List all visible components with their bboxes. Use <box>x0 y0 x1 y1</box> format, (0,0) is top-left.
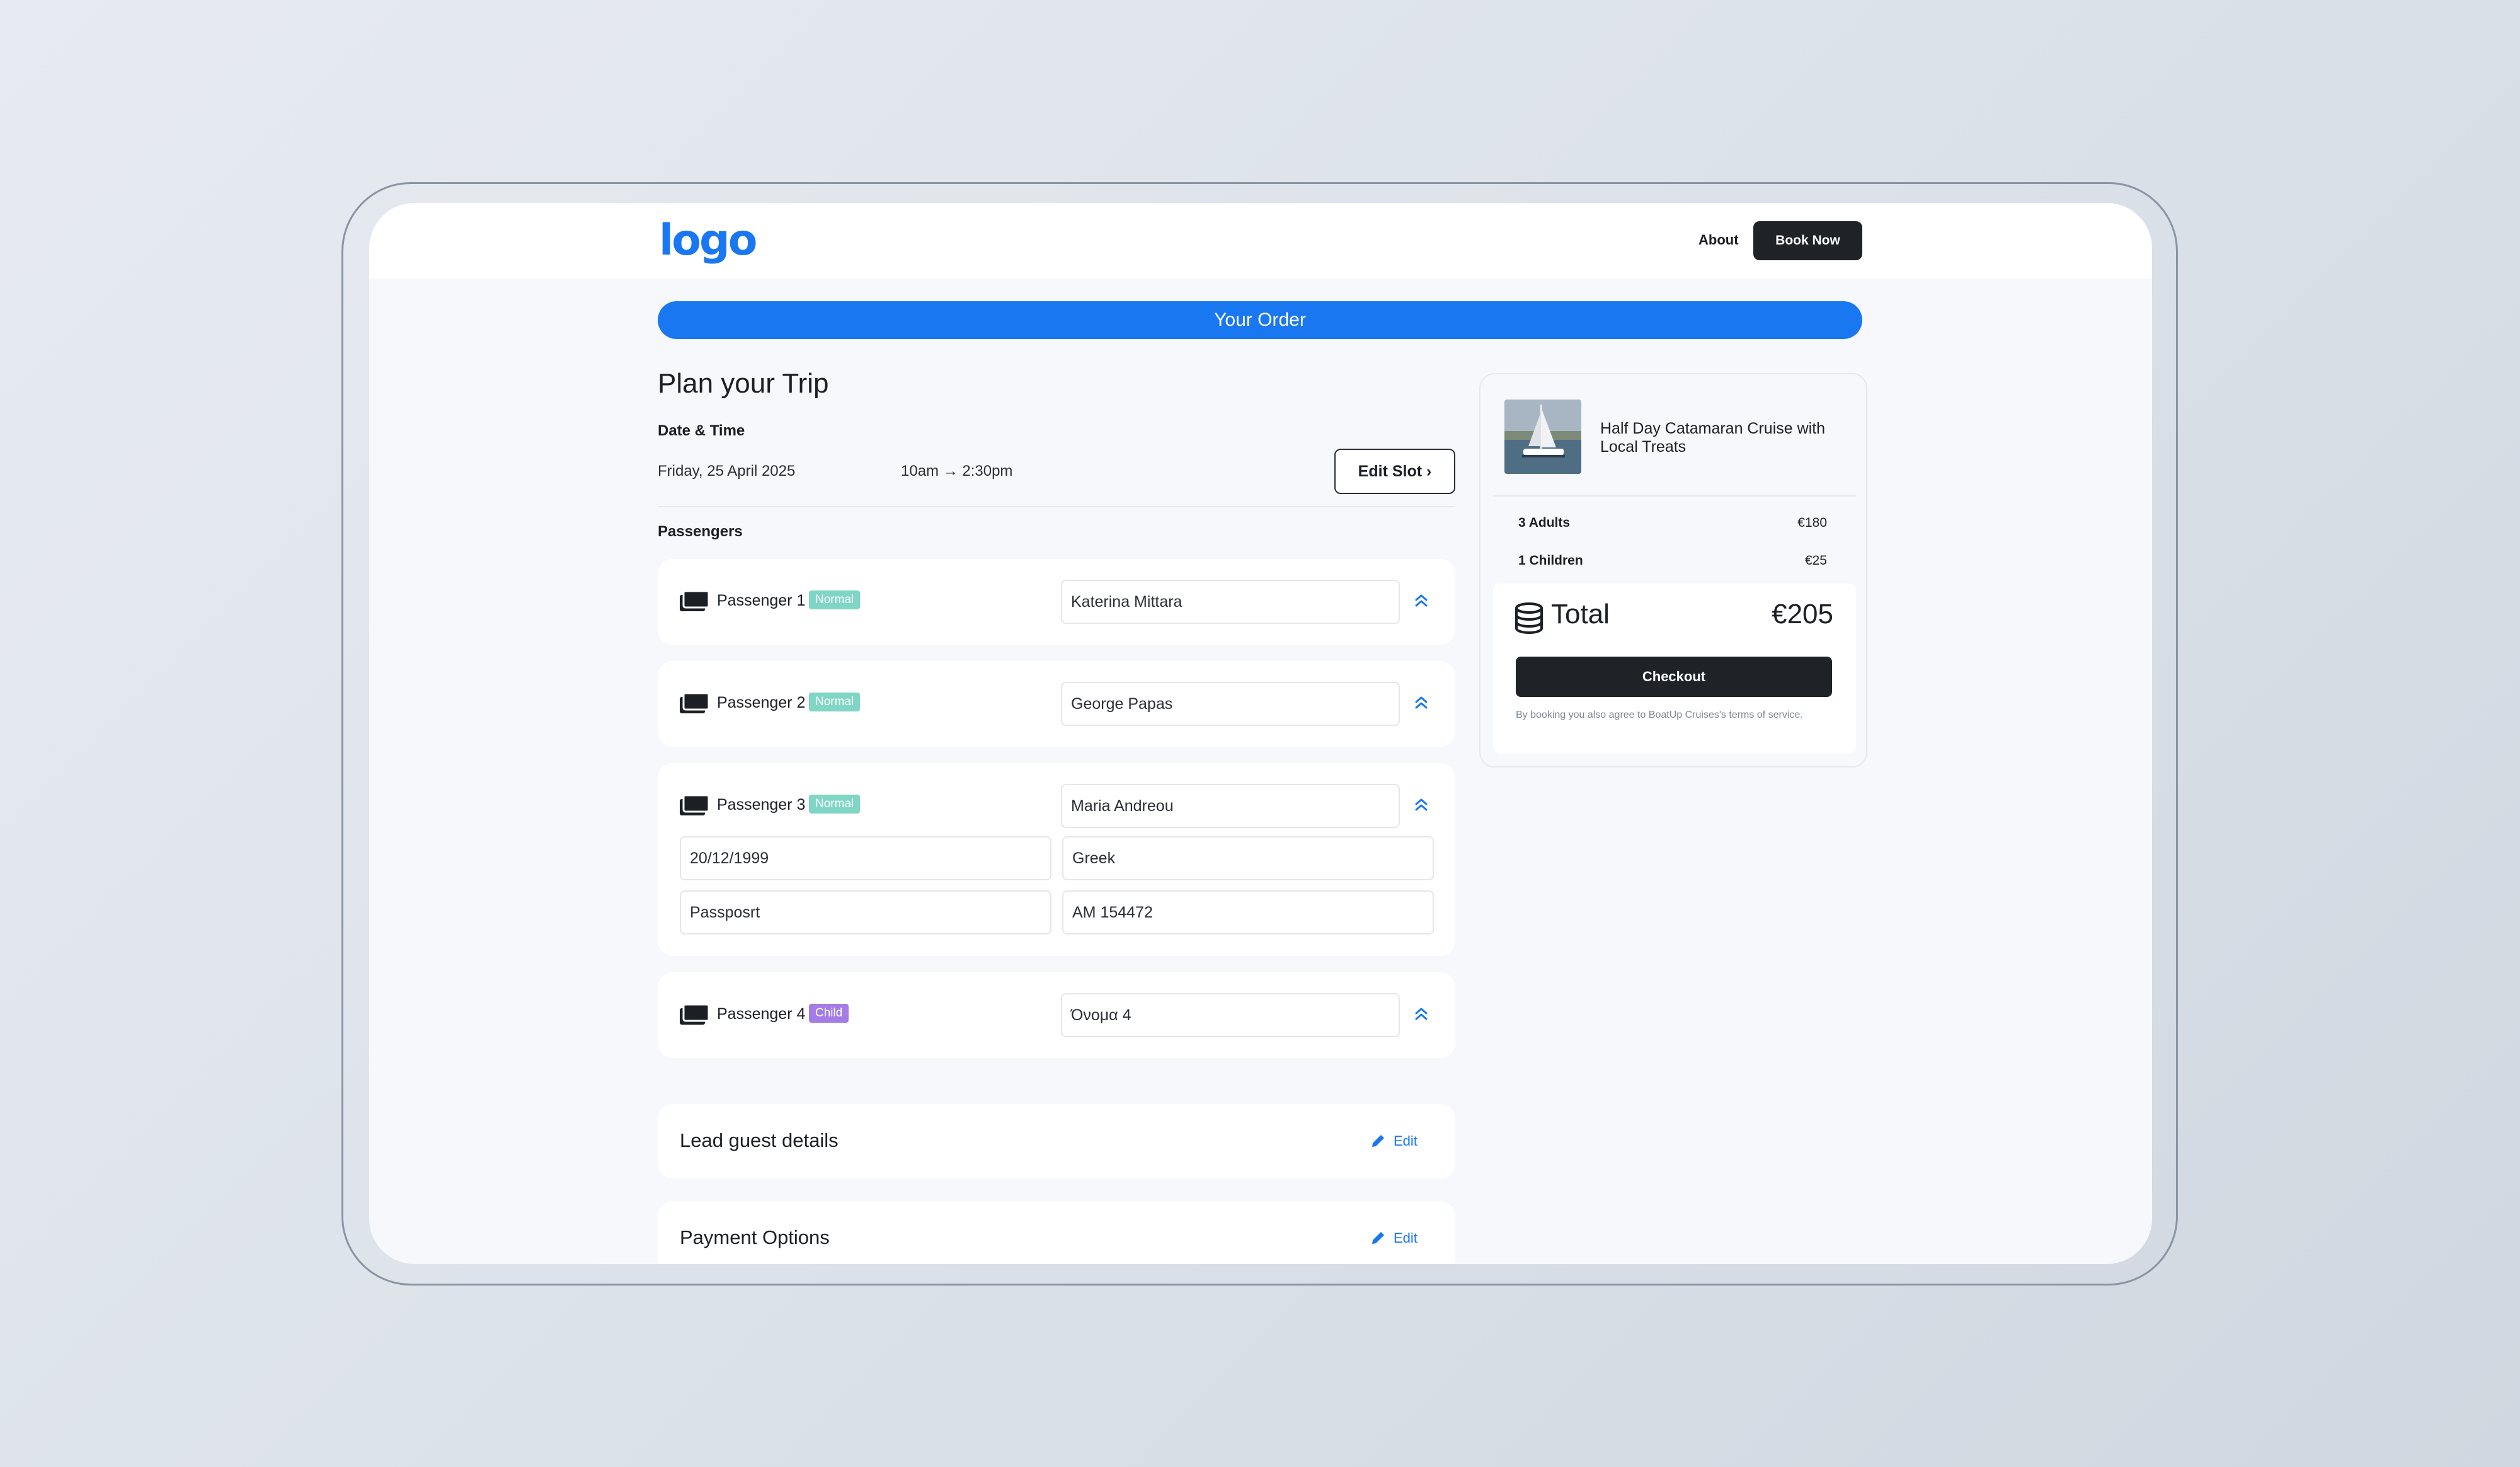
top-navigation-bar: logo About Book Now <box>369 203 2152 279</box>
passenger-name-input[interactable]: Katerina Mittara <box>1061 580 1400 624</box>
chevron-double-up-icon[interactable] <box>1412 592 1430 609</box>
terms-notice: By booking you also agree to BoatUp Crui… <box>1516 710 1803 720</box>
passenger-name-input[interactable]: George Papas <box>1061 682 1400 726</box>
passenger-label: Passenger 1 <box>717 592 806 609</box>
nav-link-about[interactable]: About <box>1698 232 1739 248</box>
passenger-label: Passenger 4 <box>717 1005 806 1023</box>
line-item-price: €25 <box>1804 553 1827 568</box>
passenger-type-badge: Child <box>809 1004 849 1023</box>
device-frame: logo About Book Now Your Order Plan your… <box>341 182 2178 1286</box>
pencil-icon[interactable] <box>1370 1229 1387 1246</box>
line-item-label: 1 Children <box>1518 553 1583 568</box>
passenger-name-input[interactable]: Όνομα 4 <box>1061 993 1400 1037</box>
trip-thumbnail-image <box>1504 400 1581 474</box>
lead-guest-edit-link[interactable]: Edit <box>1394 1133 1418 1149</box>
line-item-price: €180 <box>1797 515 1827 530</box>
trip-date: Friday, 25 April 2025 <box>658 463 796 480</box>
book-now-button[interactable]: Book Now <box>1753 221 1862 260</box>
ticket-icon <box>680 591 709 611</box>
logo[interactable]: logo <box>659 216 757 265</box>
passenger-type-badge: Normal <box>809 693 861 711</box>
passenger-type-badge: Normal <box>809 795 861 814</box>
chevron-double-up-icon[interactable] <box>1412 796 1430 814</box>
page-title: Plan your Trip <box>658 368 829 399</box>
pencil-icon[interactable] <box>1370 1132 1387 1149</box>
summary-divider <box>1493 495 1856 497</box>
payment-edit-link[interactable]: Edit <box>1394 1230 1418 1246</box>
your-order-banner: Your Order <box>658 301 1862 339</box>
passengers-label: Passengers <box>658 523 743 540</box>
total-amount: €205 <box>1772 599 1833 630</box>
ticket-icon <box>680 693 709 713</box>
passenger-name-input[interactable]: Maria Andreou <box>1061 784 1400 828</box>
passenger-label: Passenger 2 <box>717 694 806 711</box>
nationality-input[interactable]: Greek <box>1062 836 1434 880</box>
ticket-icon <box>680 795 709 815</box>
passenger-label: Passenger 3 <box>717 796 806 814</box>
ticket-icon <box>680 1004 709 1025</box>
edit-slot-button[interactable]: Edit Slot › <box>1334 449 1455 494</box>
chevron-double-up-icon[interactable] <box>1412 694 1430 711</box>
date-time-label: Date & Time <box>658 422 745 439</box>
passenger-card: Passenger 1 Normal Katerina Mittara <box>658 559 1455 645</box>
chevron-double-up-icon[interactable] <box>1412 1005 1430 1023</box>
date-of-birth-input[interactable]: 20/12/1999 <box>680 836 1051 880</box>
total-label: Total <box>1551 599 1610 630</box>
coins-icon <box>1515 602 1543 635</box>
app-screen: logo About Book Now Your Order Plan your… <box>369 203 2152 1264</box>
order-summary-panel: Half Day Catamaran Cruise with Local Tre… <box>1479 373 1867 768</box>
passenger-card: Passenger 2 Normal George Papas <box>658 661 1455 747</box>
document-type-input[interactable]: Passposrt <box>680 890 1051 935</box>
line-item-label: 3 Adults <box>1518 515 1571 530</box>
document-number-input[interactable]: AM 154472 <box>1062 890 1434 935</box>
passenger-card: Passenger 4 Child Όνομα 4 <box>658 972 1455 1058</box>
trip-name: Half Day Catamaran Cruise with Local Tre… <box>1600 420 1826 456</box>
passenger-card-expanded: Passenger 3 Normal Maria Andreou 20/12/1… <box>658 763 1455 956</box>
trip-time: 10am → 2:30pm <box>901 463 1013 480</box>
section-divider <box>658 506 1455 507</box>
passenger-type-badge: Normal <box>809 590 861 609</box>
lead-guest-section: Lead guest details Edit <box>658 1104 1455 1178</box>
payment-options-title: Payment Options <box>680 1226 830 1248</box>
payment-options-section: Payment Options Edit <box>658 1201 1455 1264</box>
checkout-button[interactable]: Checkout <box>1516 657 1832 697</box>
lead-guest-title: Lead guest details <box>680 1129 839 1151</box>
total-box: Total €205 Checkout By booking you also … <box>1493 584 1856 754</box>
